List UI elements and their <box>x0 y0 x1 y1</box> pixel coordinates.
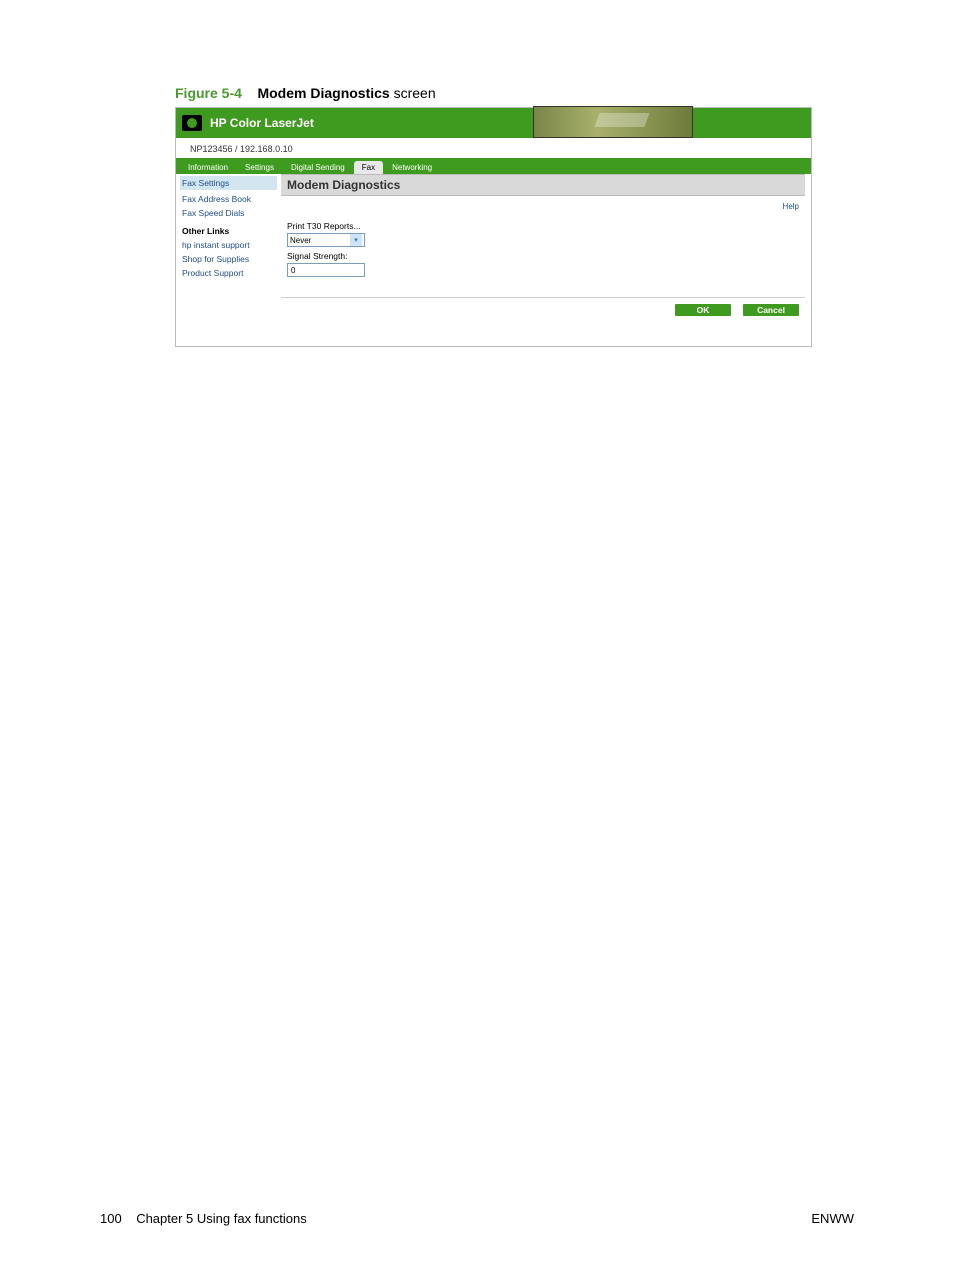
device-info: NP123456 / 192.168.0.10 <box>176 138 811 158</box>
print-t30-label: Print T30 Reports... <box>287 221 799 231</box>
footer-right: ENWW <box>811 1211 854 1226</box>
footer-page-number: 100 <box>100 1211 122 1226</box>
tab-row: Information Settings Digital Sending Fax… <box>176 158 811 174</box>
signal-strength-input[interactable] <box>287 263 365 277</box>
help-link[interactable]: Help <box>281 196 805 221</box>
product-title: HP Color LaserJet <box>210 116 314 130</box>
sidebar-item-fax-address-book[interactable]: Fax Address Book <box>180 192 277 206</box>
figure-caption: Figure 5-4 Modem Diagnostics screen <box>175 85 814 101</box>
ok-button[interactable]: OK <box>675 304 731 316</box>
page-footer: 100 Chapter 5 Using fax functions ENWW <box>100 1211 854 1226</box>
hp-logo-icon <box>182 115 202 131</box>
tab-information[interactable]: Information <box>180 161 236 174</box>
sidebar-item-fax-settings[interactable]: Fax Settings <box>180 176 277 190</box>
figure-title-rest: screen <box>390 85 436 101</box>
header-product-image <box>533 106 693 138</box>
page-title: Modem Diagnostics <box>281 174 805 196</box>
tab-digital-sending[interactable]: Digital Sending <box>283 161 353 174</box>
tab-settings[interactable]: Settings <box>237 161 282 174</box>
sidebar-item-product-support[interactable]: Product Support <box>180 266 277 280</box>
tab-fax[interactable]: Fax <box>354 161 383 174</box>
content-area: Modem Diagnostics Help Print T30 Reports… <box>281 174 811 346</box>
sidebar-item-hp-instant-support[interactable]: hp instant support <box>180 238 277 252</box>
footer-chapter: Chapter 5 Using fax functions <box>136 1211 307 1226</box>
sidebar-item-shop-for-supplies[interactable]: Shop for Supplies <box>180 252 277 266</box>
signal-strength-label: Signal Strength: <box>287 251 799 261</box>
screenshot-panel: HP Color LaserJet NP123456 / 192.168.0.1… <box>175 107 812 347</box>
header-bar: HP Color LaserJet <box>176 108 811 138</box>
print-t30-select[interactable]: Never ▾ <box>287 233 365 247</box>
chevron-down-icon: ▾ <box>350 234 362 246</box>
tab-networking[interactable]: Networking <box>384 161 440 174</box>
sidebar-item-fax-speed-dials[interactable]: Fax Speed Dials <box>180 206 277 220</box>
figure-title-bold: Modem Diagnostics <box>257 85 389 101</box>
sidebar: Fax Settings Fax Address Book Fax Speed … <box>176 174 281 346</box>
cancel-button[interactable]: Cancel <box>743 304 799 316</box>
figure-number: Figure 5-4 <box>175 85 242 101</box>
sidebar-heading-other-links: Other Links <box>180 220 277 238</box>
print-t30-value: Never <box>290 236 311 245</box>
